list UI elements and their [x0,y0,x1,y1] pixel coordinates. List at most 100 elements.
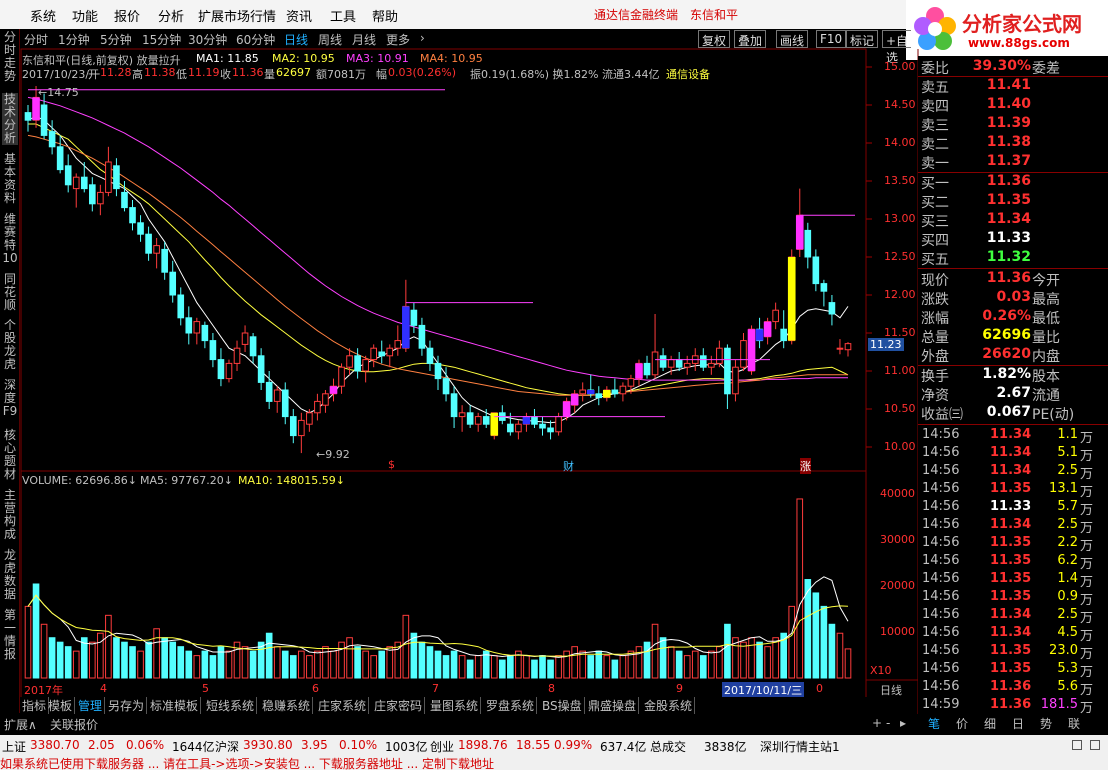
candle [137,222,144,235]
tick-row: 14:56 11.34 2.5 万 [918,607,1108,626]
volume-bar [571,646,578,679]
high-label: 高 [132,68,143,81]
detail-tab[interactable]: 日 [1012,715,1024,732]
tick-volume: 5.1 [1057,445,1078,460]
volume-bar [105,614,112,679]
ask-row-value: 11.41 [986,77,1031,93]
index-p: 0.99% [554,738,593,752]
stat-row-value: 0.03 [996,289,1031,305]
tick-volume: 181.5 [1040,697,1078,712]
stat2-row-value: 1.82% [982,366,1031,382]
volume-bar [772,637,779,679]
volume-bar [289,655,297,679]
tick-price: 11.35 [990,589,1032,604]
candle [129,207,136,224]
volume-bar [193,655,201,679]
window-icon[interactable] [1072,740,1082,750]
weicha-label: 委差 [1032,61,1060,77]
quote-panel: 委比 39.30% 委差 卖五 11.41 卖四 11.40 卖三 11.39 卖二 11.3… [918,56,1108,716]
indicator-tab[interactable]: 模板 [46,697,76,714]
detail-tab[interactable]: 价 [956,715,968,732]
detail-tab[interactable]: 笔 [928,715,940,732]
tick-volume: 5.6 [1057,679,1078,694]
indicator-tab[interactable]: 量图系统 [428,697,482,714]
indicator-tab[interactable]: 庄家密码 [372,697,426,714]
sector-name[interactable]: 通信设备 [666,66,710,82]
stat2-row-label: 净资 [921,388,949,404]
time-tick: 7 [432,682,439,695]
tick-unit: 万 [1080,665,1094,680]
volume-bar [241,646,249,679]
indicator-tab[interactable]: 指标 [20,697,50,714]
signal-bar [763,321,772,337]
indicator-tab[interactable]: 标准模板 [148,697,202,714]
volume-tick: 40000 [880,487,915,500]
indicator-tab[interactable]: 鼎盛操盘 [586,697,640,714]
volume-bar [659,637,667,679]
volume-bar [474,655,482,679]
volume-bar [298,650,305,679]
indicator-tab[interactable]: 金股系统 [642,697,696,714]
tick-price: 11.35 [990,661,1032,676]
signal-bar [522,416,531,425]
indicator-tab[interactable]: 稳赚系统 [260,697,314,714]
detail-tab[interactable]: 联 [1068,715,1080,732]
volume-bar [273,646,281,679]
volume-bar [716,646,723,679]
signal-bar [603,390,611,398]
candle [740,340,747,368]
server-name[interactable]: 深圳行情主站1 [760,738,840,755]
volume-bar [56,641,64,679]
tick-volume: 4.5 [1057,625,1078,640]
event-mark-rise[interactable]: 涨 [800,458,811,474]
bid-row-label: 买四 [921,233,949,249]
candle [161,248,168,273]
candle [619,385,627,395]
tick-price: 11.35 [990,571,1032,586]
volume-bar [724,623,731,679]
zoom-in-icon[interactable]: + [872,716,882,730]
zoom-out-icon[interactable]: - [886,716,890,730]
layout-icon[interactable] [1090,740,1100,750]
candle [651,351,659,376]
candle [338,366,345,387]
stat-row: 涨跌 0.03 最高 [918,289,1108,308]
detail-tab[interactable]: 势 [1040,715,1052,732]
indicator-tab[interactable]: 庄家系统 [316,697,370,714]
candle [772,309,779,323]
candle [217,359,225,380]
detail-tab[interactable]: 细 [984,715,996,732]
indicator-tab[interactable]: 罗盘系统 [484,697,538,714]
candle [780,328,788,342]
related-quote-tab[interactable]: 关联报价 [50,716,98,733]
event-mark-dollar[interactable]: $ [388,458,395,471]
candle [209,340,217,361]
ma4-label: MA4: 10.95 [420,52,483,65]
candle [97,191,104,205]
time-tick: 2017年 [24,684,63,697]
candle [595,393,603,399]
volume-bar [40,623,48,679]
volume-bar [531,659,538,679]
volume-bar [434,650,442,679]
indicator-tab[interactable]: 管理 [76,697,106,714]
indicator-tabs: 指标 模板 管理 另存为 标准模板 短线系统 稳赚系统 庄家系统 庄家密码 量图系统 罗盘系统 BS操… [20,697,900,714]
indicator-tab[interactable]: 短线系统 [204,697,258,714]
event-mark-finance[interactable]: 财 [563,458,574,474]
candle [193,321,201,334]
stat-row: 外盘 26620 内盘 [918,346,1108,365]
volume-bar [249,650,257,679]
price-tick: 14.00 [884,136,916,149]
volume-bar [418,641,426,679]
volume-bar [225,650,233,679]
volume-bar [386,646,394,679]
index-p: 0.06% [126,738,165,752]
ma3-label: MA3: 10.91 [346,52,409,65]
expand-button[interactable]: 扩展∧ [4,716,37,733]
indicator-tab[interactable]: 另存为 [106,697,148,714]
tick-time: 14:56 [922,427,960,442]
indicator-tab[interactable]: BS操盘 [540,697,585,714]
candle [257,355,265,383]
tick-row: 14:56 11.35 2.2 万 [918,535,1108,554]
scroll-right-icon[interactable]: ▸ [900,716,906,730]
